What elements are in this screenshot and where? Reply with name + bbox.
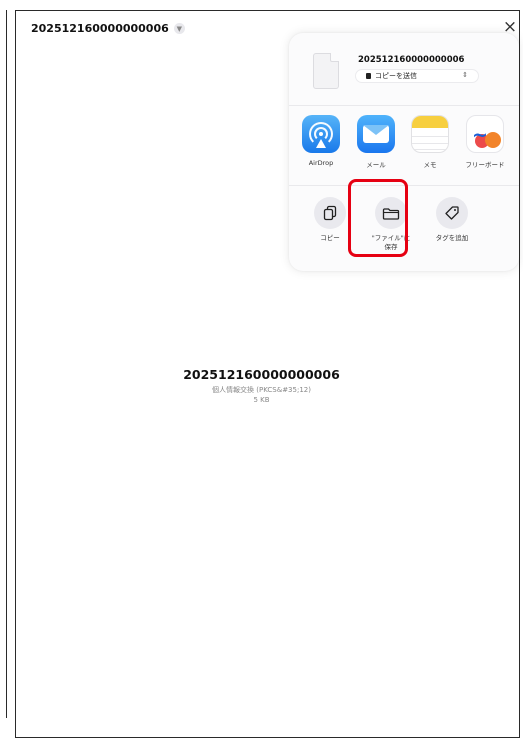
app-freeform[interactable]: ~ フリーボード (461, 115, 509, 169)
share-sheet: 202512160000000006 コピーを送信 ⇕ AirDrop メール (289, 33, 519, 271)
action-add-tag[interactable]: タグを追加 (429, 197, 475, 243)
app-label: AirDrop (308, 159, 334, 167)
preview-file-name: 202512160000000006 (183, 367, 340, 382)
send-option-selector[interactable]: コピーを送信 ⇕ (355, 69, 479, 83)
action-label: タグを追加 (435, 234, 469, 242)
share-sheet-file-name: 202512160000000006 (358, 55, 465, 65)
chevron-down-icon: ▼ (173, 23, 185, 34)
notes-icon (411, 115, 449, 153)
document-icon (366, 73, 371, 79)
preview-file-size: 5 KB (253, 396, 270, 404)
document-thumbnail-icon (313, 53, 339, 89)
left-border-line (6, 10, 7, 718)
action-save-to-files[interactable]: "ファイル"に 保存 (368, 197, 414, 252)
mail-icon (357, 115, 395, 153)
action-label: "ファイル"に 保存 (371, 234, 411, 251)
tag-icon (436, 197, 468, 229)
divider (289, 185, 519, 186)
divider (289, 105, 519, 106)
file-title-menu[interactable]: 202512160000000006 ▼ (31, 22, 185, 35)
folder-icon (375, 197, 407, 229)
file-title: 202512160000000006 (31, 22, 169, 35)
copy-icon (314, 197, 346, 229)
app-mail[interactable]: メール (352, 115, 400, 169)
action-copy[interactable]: コピー (307, 197, 353, 243)
app-airdrop[interactable]: AirDrop (297, 115, 345, 167)
app-label: メモ (423, 161, 437, 169)
preview-file-type: 個人情報交換 (PKCS&#35;12) (212, 386, 311, 394)
app-label: メール (366, 161, 386, 169)
app-label: フリーボード (465, 161, 505, 169)
airdrop-icon (302, 115, 340, 153)
action-label: コピー (320, 234, 340, 242)
app-notes[interactable]: メモ (406, 115, 454, 169)
freeform-icon: ~ (466, 115, 504, 153)
file-preview-info: 202512160000000006 個人情報交換 (PKCS&#35;12) … (0, 367, 523, 404)
chevron-updown-icon: ⇕ (462, 71, 468, 79)
send-option-label: コピーを送信 (375, 72, 417, 80)
